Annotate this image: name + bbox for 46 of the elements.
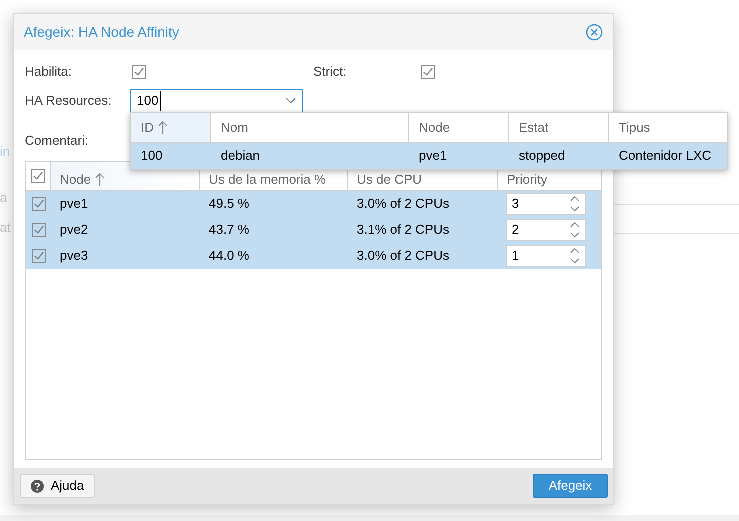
- grid-row[interactable]: pve1 49.5 % 3.0% of 2 CPUs 3: [26, 191, 601, 217]
- table-cell-text: 49.5 %: [208, 195, 250, 214]
- table-cell-text: 3.0% of 2 CPUs: [356, 247, 450, 266]
- spinner-arrows-icon[interactable]: [570, 248, 580, 264]
- field-label: HA Resources:: [25, 92, 113, 110]
- table-cell-text: 3.1% of 2 CPUs: [356, 221, 450, 240]
- table-cell-text: pve3: [59, 247, 90, 266]
- table-cell-text: 43.7 %: [208, 221, 250, 240]
- field-label: Comentari:: [25, 132, 90, 150]
- table-cell-text: Contenidor LXC: [618, 147, 712, 166]
- dialog-title: Afegeix: HA Node Affinity: [24, 22, 180, 42]
- table-cell-text: 44.0 %: [208, 247, 250, 266]
- help-icon: [31, 480, 44, 492]
- sort-arrow-icon: [158, 120, 168, 134]
- combo-field[interactable]: 100: [130, 89, 303, 113]
- table-cell-text: 3.0% of 2 CPUs: [356, 195, 450, 214]
- grid-row[interactable]: pve3 44.0 % 3.0% of 2 CPUs 1: [26, 243, 601, 269]
- table-cell-text: pve2: [59, 221, 90, 240]
- priority-spinner[interactable]: 2: [506, 219, 586, 241]
- column-header[interactable]: ID: [131, 113, 211, 142]
- add-button[interactable]: Afegeix: [533, 474, 608, 498]
- spinner-arrows-icon[interactable]: [570, 196, 580, 212]
- checked-checkbox[interactable]: [32, 249, 46, 263]
- column-header[interactable]: Estat: [509, 113, 609, 142]
- help-button[interactable]: Ajuda: [20, 474, 96, 498]
- checked-checkbox[interactable]: [32, 197, 46, 211]
- checked-checkbox[interactable]: [31, 169, 45, 183]
- table-cell-text: stopped: [518, 147, 566, 166]
- checked-checkbox[interactable]: [132, 65, 146, 79]
- column-header[interactable]: Node: [409, 113, 509, 142]
- table-cell-text: pve1: [59, 195, 90, 214]
- dropdown-row[interactable]: 100 debian pve1 stopped Contenidor LXC: [131, 143, 727, 169]
- grid-row[interactable]: pve2 43.7 % 3.1% of 2 CPUs 2: [26, 217, 601, 243]
- sort-arrow-icon: [95, 172, 106, 186]
- checked-checkbox[interactable]: [32, 223, 46, 237]
- priority-spinner[interactable]: 3: [506, 193, 586, 215]
- column-header[interactable]: Nom: [211, 113, 409, 142]
- checked-checkbox[interactable]: [420, 65, 434, 79]
- priority-spinner[interactable]: 1: [506, 245, 586, 267]
- close-icon[interactable]: [586, 24, 603, 40]
- spinner-arrows-icon[interactable]: [570, 222, 580, 238]
- chevron-down-icon[interactable]: [286, 98, 296, 104]
- column-header[interactable]: Tipus: [609, 113, 727, 142]
- field-label: Strict:: [314, 63, 348, 82]
- field-label: Habilita:: [25, 63, 73, 82]
- background-text: in: [0, 143, 10, 161]
